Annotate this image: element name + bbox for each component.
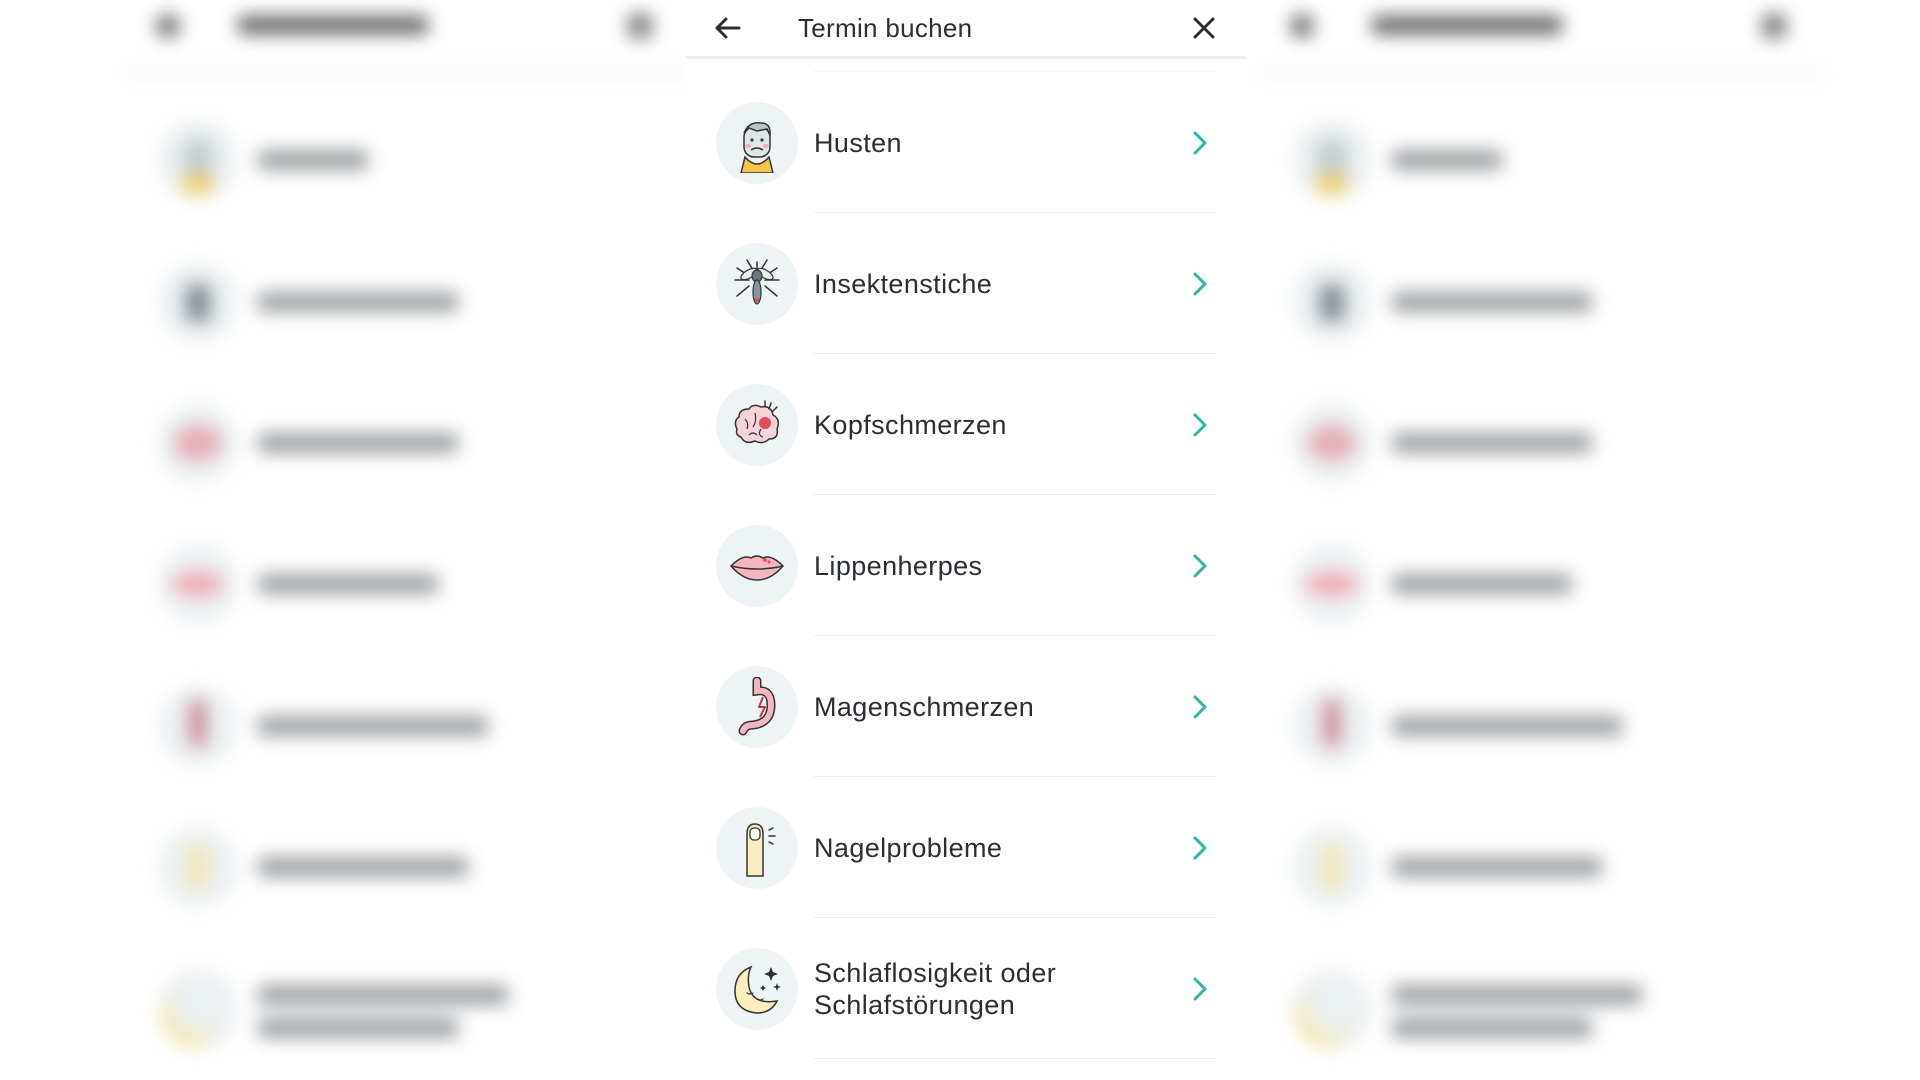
chevron-right-icon — [1193, 977, 1207, 1001]
blurred-background-right — [1262, 0, 1822, 1080]
close-icon — [1193, 17, 1215, 39]
list-item-label: Kopfschmerzen — [814, 409, 1007, 440]
mosquito-icon — [716, 243, 798, 325]
chevron-right-icon — [1193, 695, 1207, 719]
lips-icon — [716, 525, 798, 607]
divider — [814, 1058, 1216, 1059]
chevron-right-icon — [1193, 836, 1207, 860]
list-item-label: Magenschmerzen — [814, 691, 1035, 722]
list-item-husten[interactable]: Husten — [686, 72, 1246, 213]
list-item-schlaflosigkeit[interactable]: Schlaflosigkeit oder Schlafstörungen — [686, 918, 1246, 1059]
moon-stars-icon — [716, 948, 798, 1030]
close-button[interactable] — [1186, 10, 1222, 46]
blurred-background-left — [128, 0, 688, 1080]
divider — [814, 59, 1216, 72]
screen: Termin buchen Husten Insektenstiche Kopf… — [0, 0, 1920, 1080]
chevron-right-icon — [1193, 272, 1207, 296]
list-item-magenschmerzen[interactable]: Magenschmerzen — [686, 636, 1246, 777]
list-item-label: Insektenstiche — [814, 268, 993, 299]
list-item-label: Husten — [814, 127, 902, 158]
page-title: Termin buchen — [798, 13, 973, 43]
back-button[interactable] — [710, 10, 746, 46]
chevron-right-icon — [1193, 554, 1207, 578]
list-item-insektenstiche[interactable]: Insektenstiche — [686, 213, 1246, 354]
list-item-label: Nagelprobleme — [814, 832, 1003, 863]
coughing-person-icon — [716, 102, 798, 184]
list-item-label: Schlaflosigkeit oder Schlafstörungen — [814, 957, 1057, 1020]
list-item-label: Lippenherpes — [814, 550, 983, 581]
arrow-left-icon — [715, 17, 741, 39]
chevron-right-icon — [1193, 413, 1207, 437]
finger-nail-icon — [716, 807, 798, 889]
symptom-list: Husten Insektenstiche Kopfschmerzen Lipp… — [686, 72, 1246, 1059]
list-item-kopfschmerzen[interactable]: Kopfschmerzen — [686, 354, 1246, 495]
list-item-lippenherpes[interactable]: Lippenherpes — [686, 495, 1246, 636]
top-bar: Termin buchen — [686, 0, 1246, 59]
list-item-nagelprobleme[interactable]: Nagelprobleme — [686, 777, 1246, 918]
booking-panel: Termin buchen Husten Insektenstiche Kopf… — [686, 0, 1246, 1080]
stomach-icon — [716, 666, 798, 748]
brain-headache-icon — [716, 384, 798, 466]
chevron-right-icon — [1193, 131, 1207, 155]
